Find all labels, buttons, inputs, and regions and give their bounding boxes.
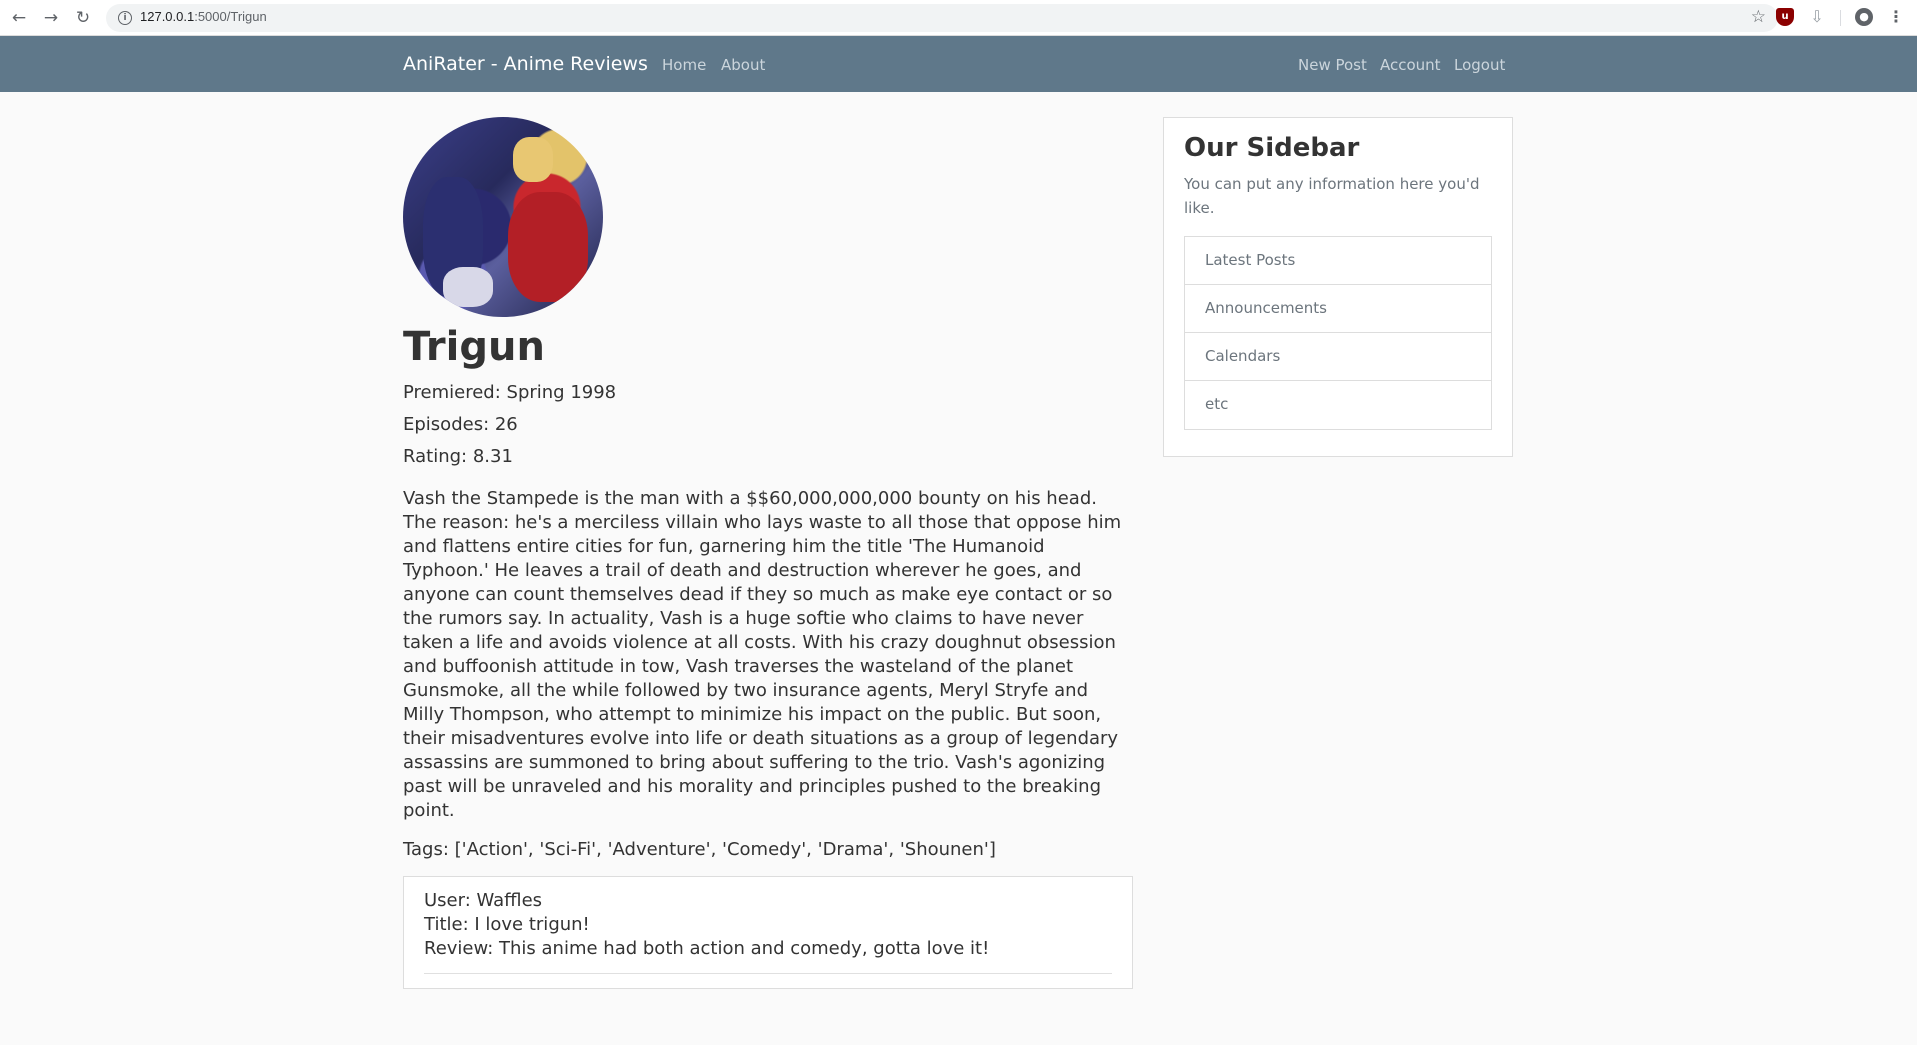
premiered-text: Premiered: Spring 1998 [403, 382, 617, 403]
rating-text: Rating: 8.31 [403, 446, 513, 467]
bookmark-star-icon[interactable]: ☆ [1751, 7, 1766, 27]
review-user: User: Waffles [424, 890, 543, 911]
review-title: Title: I love trigun! [424, 914, 590, 935]
site-info-icon[interactable]: i [118, 11, 132, 25]
url-host: 127.0.0.1 [140, 9, 195, 24]
tags-text: Tags: ['Action', 'Sci-Fi', 'Adventure', … [403, 839, 996, 860]
review-body: Review: This anime had both action and c… [424, 938, 990, 959]
nav-account-link[interactable]: Account [1380, 56, 1441, 74]
nav-new-post-link[interactable]: New Post [1298, 56, 1367, 74]
sidebar-item-announcements[interactable]: Announcements [1185, 285, 1491, 333]
back-icon[interactable]: ← [9, 8, 29, 28]
nav-home-link[interactable]: Home [662, 56, 706, 74]
sidebar-description: You can put any information here you'd l… [1184, 175, 1480, 217]
sidebar-item-etc[interactable]: etc [1185, 381, 1491, 429]
review-divider [424, 973, 1112, 974]
poster-coat-shape [508, 192, 588, 302]
url-path: :5000/Trigun [194, 9, 267, 24]
url-text[interactable]: 127.0.0.1:5000/Trigun [140, 9, 267, 24]
download-extension-icon[interactable]: ⇩ [1808, 8, 1826, 26]
synopsis-text: Vash the Stampede is the man with a $$60… [403, 488, 1122, 821]
anime-title: Trigun [403, 324, 545, 370]
sidebar: Our Sidebar You can put any information … [1163, 117, 1513, 457]
brand-link[interactable]: AniRater - Anime Reviews [403, 53, 648, 75]
nav-logout-link[interactable]: Logout [1454, 56, 1505, 74]
ublock-extension-icon[interactable]: u [1776, 8, 1794, 26]
main-content: Trigun Premiered: Spring 1998 Episodes: … [403, 117, 1133, 989]
nav-about-link[interactable]: About [721, 56, 765, 74]
sidebar-list: Latest Posts Announcements Calendars etc [1184, 236, 1492, 430]
toolbar-separator [1840, 10, 1841, 26]
site-navbar: AniRater - Anime Reviews Home About New … [0, 36, 1917, 92]
episodes-text: Episodes: 26 [403, 414, 518, 435]
review-card: User: Waffles Title: I love trigun! Revi… [403, 876, 1133, 989]
sidebar-title: Our Sidebar [1184, 133, 1360, 163]
sidebar-item-latest-posts[interactable]: Latest Posts [1185, 237, 1491, 285]
address-bar[interactable]: i 127.0.0.1:5000/Trigun ☆ [106, 4, 1778, 32]
sidebar-item-calendars[interactable]: Calendars [1185, 333, 1491, 381]
browser-toolbar: ← → ↻ i 127.0.0.1:5000/Trigun ☆ u ⇩ ● ⋮ [0, 0, 1917, 36]
reload-icon[interactable]: ↻ [73, 8, 93, 28]
browser-menu-icon[interactable]: ⋮ [1887, 8, 1905, 26]
poster-hair-shape [513, 137, 553, 182]
account-icon[interactable]: ● [1855, 8, 1873, 26]
forward-icon[interactable]: → [41, 8, 61, 28]
anime-poster-image [403, 117, 603, 317]
poster-light-shape [443, 267, 493, 307]
